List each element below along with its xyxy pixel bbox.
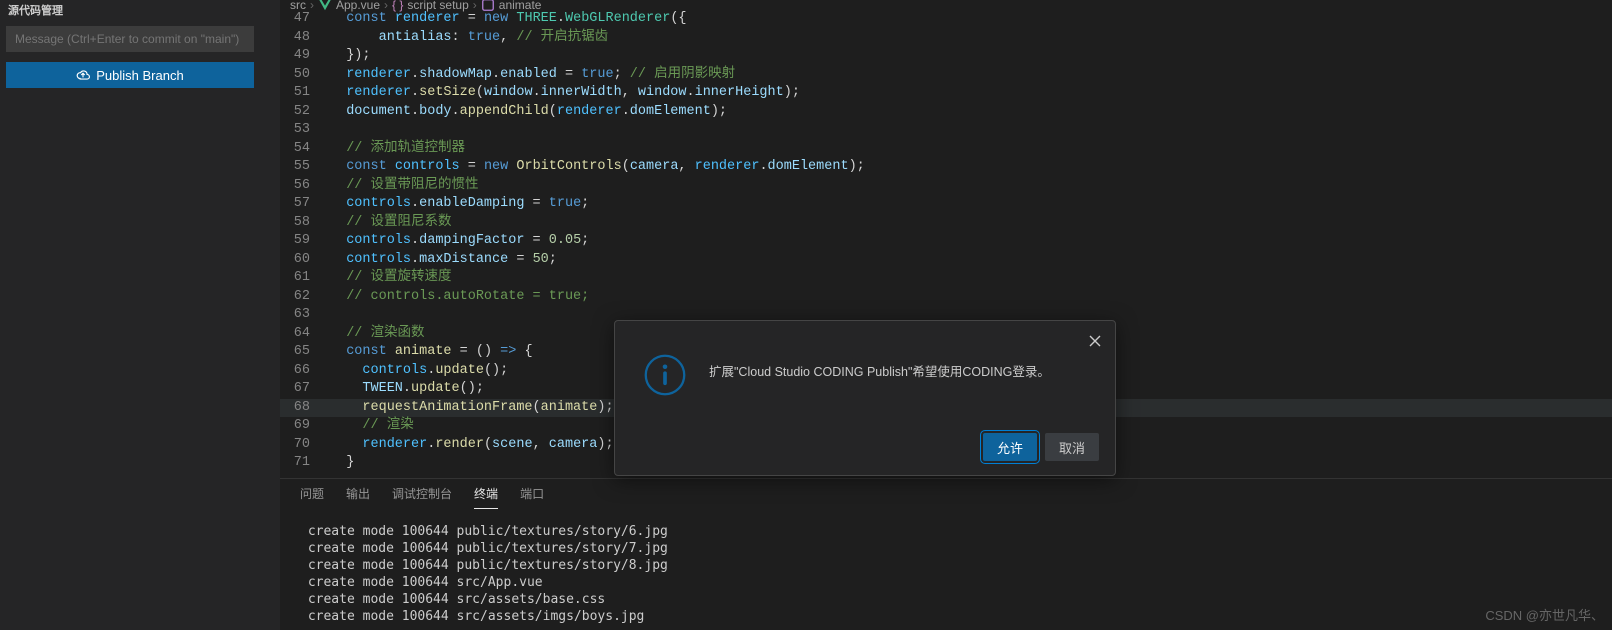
line-number: 59: [280, 232, 330, 251]
scm-sidebar: 源代码管理 Publish Branch: [0, 0, 280, 630]
panel-tab-1[interactable]: 输出: [346, 485, 370, 509]
line-number: 70: [280, 436, 330, 455]
code-line[interactable]: 59 controls.dampingFactor = 0.05;: [280, 232, 1612, 251]
line-number: 63: [280, 306, 330, 325]
code-line[interactable]: 55 const controls = new OrbitControls(ca…: [280, 158, 1612, 177]
publish-branch-button[interactable]: Publish Branch: [6, 62, 254, 88]
panel-tab-4[interactable]: 端口: [520, 485, 544, 509]
code-line[interactable]: 57 controls.enableDamping = true;: [280, 195, 1612, 214]
code-line[interactable]: 60 controls.maxDistance = 50;: [280, 251, 1612, 270]
line-number: 56: [280, 177, 330, 196]
info-icon: [643, 353, 687, 397]
line-number: 60: [280, 251, 330, 270]
line-number: 55: [280, 158, 330, 177]
line-number: 48: [280, 29, 330, 48]
code-line[interactable]: 51 renderer.setSize(window.innerWidth, w…: [280, 84, 1612, 103]
line-number: 57: [280, 195, 330, 214]
line-number: 69: [280, 417, 330, 436]
line-number: 58: [280, 214, 330, 233]
code-line[interactable]: 49 });: [280, 47, 1612, 66]
line-number: 64: [280, 325, 330, 344]
line-number: 71: [280, 454, 330, 473]
cloud-upload-icon: [76, 68, 90, 82]
commit-message-input[interactable]: [6, 26, 254, 52]
code-line[interactable]: 58 // 设置阻尼系数: [280, 214, 1612, 233]
line-number: 49: [280, 47, 330, 66]
close-icon: [1088, 334, 1102, 348]
line-number: 67: [280, 380, 330, 399]
code-line[interactable]: 47 const renderer = new THREE.WebGLRende…: [280, 10, 1612, 29]
line-number: 66: [280, 362, 330, 381]
dialog-message: 扩展"Cloud Studio CODING Publish"希望使用CODIN…: [709, 353, 1050, 380]
line-number: 61: [280, 269, 330, 288]
panel-tab-2[interactable]: 调试控制台: [392, 485, 452, 509]
code-line[interactable]: 50 renderer.shadowMap.enabled = true; //…: [280, 66, 1612, 85]
code-line[interactable]: 48 antialias: true, // 开启抗锯齿: [280, 29, 1612, 48]
breadcrumb[interactable]: src› App.vue› { } script setup› animate: [280, 0, 1612, 10]
bottom-panel: 问题输出调试控制台终端端口 create mode 100644 public/…: [280, 478, 1612, 630]
panel-tab-0[interactable]: 问题: [300, 485, 324, 509]
scm-title: 源代码管理: [0, 0, 280, 22]
line-number: 51: [280, 84, 330, 103]
line-number: 62: [280, 288, 330, 307]
auth-dialog: 扩展"Cloud Studio CODING Publish"希望使用CODIN…: [614, 320, 1116, 476]
line-number: 68: [280, 399, 330, 418]
code-line[interactable]: 53: [280, 121, 1612, 140]
line-number: 54: [280, 140, 330, 159]
publish-branch-label: Publish Branch: [96, 68, 183, 83]
dialog-close-button[interactable]: [1083, 329, 1107, 353]
dialog-allow-button[interactable]: 允许: [983, 433, 1037, 461]
terminal-output[interactable]: create mode 100644 public/textures/story…: [280, 509, 1612, 625]
line-number: 65: [280, 343, 330, 362]
line-number: 47: [280, 10, 330, 29]
code-line[interactable]: 62 // controls.autoRotate = true;: [280, 288, 1612, 307]
line-number: 50: [280, 66, 330, 85]
panel-tabs: 问题输出调试控制台终端端口: [280, 479, 1612, 509]
code-line[interactable]: 54 // 添加轨道控制器: [280, 140, 1612, 159]
watermark: CSDN @亦世凡华、: [1485, 605, 1604, 624]
line-number: 52: [280, 103, 330, 122]
code-line[interactable]: 61 // 设置旋转速度: [280, 269, 1612, 288]
line-number: 53: [280, 121, 330, 140]
dialog-cancel-button[interactable]: 取消: [1045, 433, 1099, 461]
panel-tab-3[interactable]: 终端: [474, 485, 498, 509]
code-line[interactable]: 56 // 设置带阻尼的惯性: [280, 177, 1612, 196]
code-line[interactable]: 52 document.body.appendChild(renderer.do…: [280, 103, 1612, 122]
